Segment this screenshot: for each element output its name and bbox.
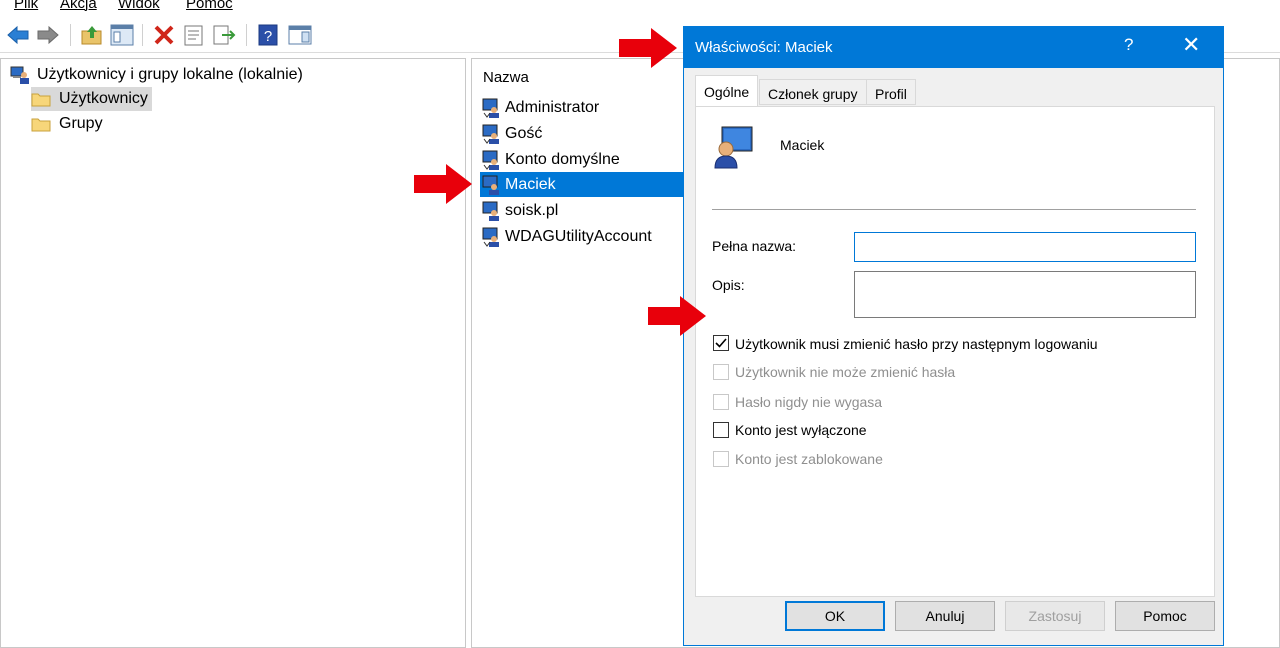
tree-item-users[interactable]: Użytkownicy [31,87,152,111]
description-input[interactable] [854,271,1196,318]
user-avatar-icon [714,126,753,169]
tree-item-groups[interactable]: Grupy [31,112,103,136]
list-item-label: WDAGUtilityAccount [505,227,652,245]
cannot-change-password-checkbox[interactable] [713,364,729,380]
list-item[interactable]: WDAGUtilityAccount [480,224,686,249]
tree-root-label: Użytkownicy i grupy lokalne (lokalnie) [37,66,303,83]
annotation-arrow-icon [619,28,677,68]
menu-bar: Plik Akcja Widok Pomoc [0,0,1280,16]
tree-item-users-label: Użytkownicy [59,90,148,107]
back-arrow-icon[interactable] [6,24,30,46]
list-item-label: Maciek [505,175,556,193]
help-button[interactable]: Pomoc [1115,601,1215,631]
tab-member-of[interactable]: Członek grupy [759,79,867,105]
users-groups-icon [10,66,29,84]
annotation-arrow-icon [414,164,472,204]
forward-arrow-icon[interactable] [36,24,60,46]
annotation-arrow-icon [648,296,706,336]
menu-akcja[interactable]: Akcja [60,0,97,12]
cancel-button[interactable]: Anuluj [895,601,995,631]
account-locked-checkbox[interactable] [713,451,729,467]
help-icon[interactable]: ? [1124,35,1133,55]
tab-panel-general: Maciek Pełna nazwa: Opis: Użytkownik mus… [695,106,1215,597]
apply-button[interactable]: Zastosuj [1005,601,1105,631]
tree-item-groups-label: Grupy [59,115,103,132]
list-item-label: Gość [505,124,543,142]
ok-button[interactable]: OK [785,601,885,631]
account-disabled-checkbox[interactable] [713,422,729,438]
list-item[interactable]: Konto domyślne [480,147,686,172]
toolbar-separator [246,24,247,46]
password-never-expires-label: Hasło nigdy nie wygasa [735,394,883,410]
menu-pomoc[interactable]: Pomoc [186,0,233,12]
toolbar-separator [142,24,143,46]
delete-icon[interactable] [152,24,176,46]
checkmark-icon [715,338,727,348]
tree-pane: Użytkownicy i grupy lokalne (lokalnie) U… [0,58,466,648]
must-change-password-label: Użytkownik musi zmienić hasło przy nastę… [735,336,1098,352]
help-icon[interactable]: ? [256,24,280,46]
tab-general[interactable]: Ogólne [695,75,759,107]
list-item-label: soisk.pl [505,201,559,219]
user-icon [482,124,499,144]
tab-profile[interactable]: Profil [866,79,916,105]
user-name-label: Maciek [780,137,825,153]
menu-plik[interactable]: Plik [14,0,38,12]
dialog-title: Właściwości: Maciek [695,39,833,56]
toolbar-separator [70,24,71,46]
properties-dialog: Właściwości: Maciek ? ✕ Ogólne Członek g… [683,26,1224,646]
column-header-name[interactable]: Nazwa [483,69,529,86]
show-hide-tree-icon[interactable] [110,24,134,46]
action-pane-icon[interactable] [288,24,312,46]
account-disabled-label: Konto jest wyłączone [735,422,867,438]
description-label: Opis: [712,277,745,293]
export-list-icon[interactable] [212,24,236,46]
list-item[interactable]: Gość [480,121,686,146]
list-item-label: Konto domyślne [505,150,620,168]
list-item-selected[interactable]: Maciek [480,172,686,197]
svg-text:?: ? [264,28,272,45]
user-icon [482,175,499,195]
user-icon [482,227,499,247]
dialog-titlebar[interactable]: Właściwości: Maciek ? ✕ [684,27,1223,68]
cannot-change-password-label: Użytkownik nie może zmienić hasła [735,364,956,380]
user-icon [482,201,499,221]
password-never-expires-checkbox[interactable] [713,394,729,410]
menu-widok[interactable]: Widok [118,0,160,12]
user-icon [482,150,499,170]
close-icon[interactable]: ✕ [1182,32,1200,58]
full-name-label: Pełna nazwa: [712,238,797,254]
list-item[interactable]: Administrator [480,95,686,120]
must-change-password-checkbox[interactable] [713,335,729,351]
full-name-input[interactable] [854,232,1196,262]
separator [712,209,1196,210]
up-folder-icon[interactable] [80,24,104,46]
folder-icon [31,93,51,107]
user-icon [482,98,499,118]
properties-icon[interactable] [182,24,206,46]
account-locked-label: Konto jest zablokowane [735,451,883,467]
list-item-label: Administrator [505,98,600,116]
folder-icon [31,118,51,132]
tree-root[interactable]: Użytkownicy i grupy lokalne (lokalnie) [9,63,303,87]
list-item[interactable]: soisk.pl [480,198,686,223]
